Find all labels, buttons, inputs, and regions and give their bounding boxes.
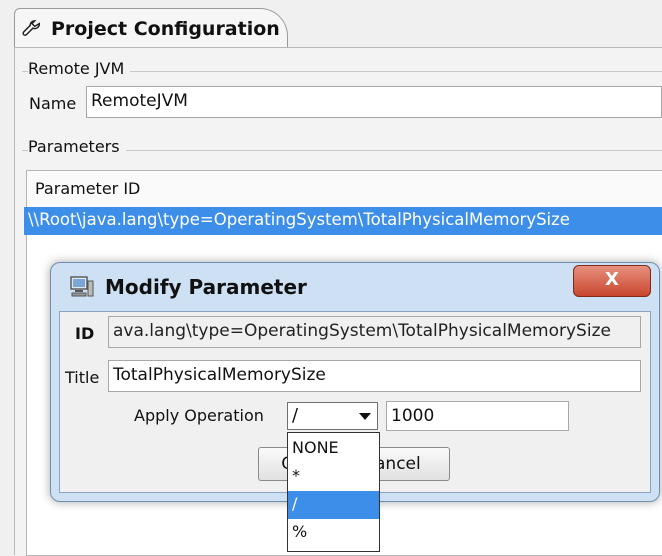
id-field[interactable]: ava.lang\type=OperatingSystem\TotalPhysi… — [108, 316, 641, 348]
name-label: Name — [29, 94, 77, 113]
tab-strip: Project Configuration — [0, 0, 662, 49]
dropdown-option-modulo[interactable]: % — [288, 519, 379, 547]
operation-dropdown-list: NONE * / % — [287, 432, 380, 552]
column-header-parameter-id: Parameter ID — [35, 179, 141, 198]
title-field[interactable]: TotalPhysicalMemorySize — [108, 360, 641, 392]
dropdown-option-divide[interactable]: / — [288, 491, 379, 519]
apply-operation-label: Apply Operation — [134, 406, 264, 425]
dropdown-option-multiply[interactable]: * — [288, 463, 379, 491]
table-header[interactable]: Parameter ID — [27, 171, 662, 208]
parameter-id-cell: \\Root\java.lang\type=OperatingSystem\To… — [28, 210, 570, 229]
dialog-title: Modify Parameter — [105, 275, 307, 299]
chevron-down-icon — [359, 413, 371, 420]
group-label-remote-jvm: Remote JVM — [28, 59, 131, 78]
computer-icon — [70, 276, 94, 297]
wrench-icon — [22, 20, 41, 36]
operation-selected-value: / — [292, 405, 299, 426]
title-label: Title — [65, 368, 100, 387]
id-label: ID — [75, 324, 95, 343]
group-label-parameters: Parameters — [28, 137, 126, 156]
close-button[interactable]: X — [573, 265, 651, 297]
tab-project-configuration[interactable]: Project Configuration — [14, 8, 288, 49]
operation-select[interactable]: / — [287, 402, 378, 430]
operation-value-field[interactable]: 1000 — [386, 401, 569, 431]
dropdown-option-none[interactable]: NONE — [288, 435, 379, 463]
tab-title: Project Configuration — [51, 18, 280, 40]
name-field[interactable]: RemoteJVM — [86, 86, 662, 118]
table-row[interactable]: \\Root\java.lang\type=OperatingSystem\To… — [24, 207, 662, 235]
